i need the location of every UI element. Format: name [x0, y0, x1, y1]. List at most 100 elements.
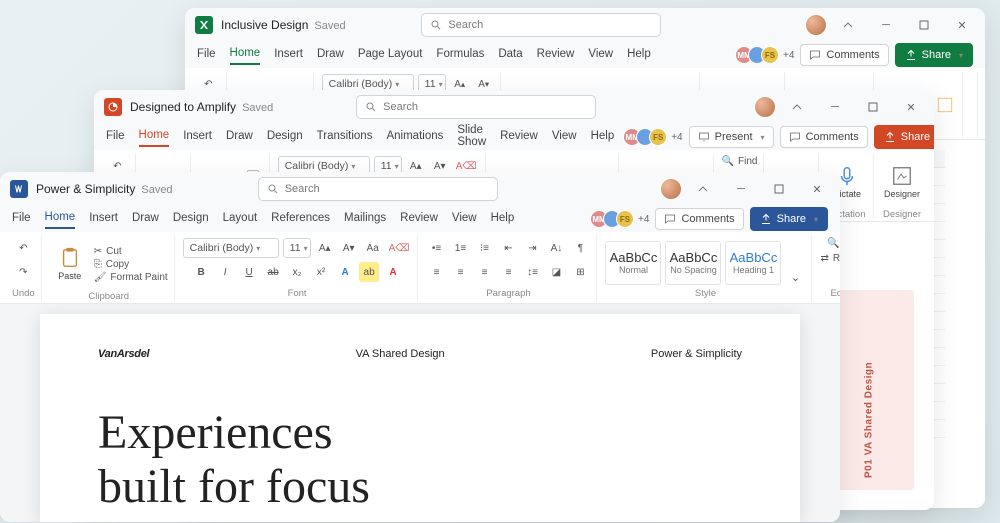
close-button[interactable]: ✕ — [945, 11, 979, 39]
replace-button[interactable]: ⇄ Replace — [820, 253, 840, 264]
text-effects-icon[interactable]: A — [335, 262, 355, 282]
multilevel-icon[interactable]: ⁝≡ — [474, 238, 494, 258]
tab-home[interactable]: Home — [45, 209, 76, 229]
tab-design[interactable]: Design — [267, 128, 303, 146]
change-case-icon[interactable]: Aa — [363, 238, 383, 258]
tab-view[interactable]: View — [588, 46, 613, 64]
share-button[interactable]: Share — [874, 125, 934, 149]
close-button[interactable]: ✕ — [800, 175, 834, 203]
designer-button[interactable]: Designer — [882, 156, 922, 208]
indent-dec-icon[interactable]: ⇤ — [498, 238, 518, 258]
search-input[interactable]: Search — [356, 95, 596, 119]
tab-insert[interactable]: Insert — [89, 210, 118, 228]
present-button[interactable]: Present — [689, 126, 774, 148]
styles-expand-icon[interactable]: ⌄ — [785, 267, 805, 287]
format-cells-icon[interactable] — [934, 95, 956, 115]
tab-file[interactable]: File — [106, 128, 125, 146]
tab-view[interactable]: View — [552, 128, 577, 146]
style-normal[interactable]: AaBbCc Normal — [605, 241, 661, 285]
grow-font-icon[interactable]: A▴ — [315, 238, 335, 258]
minimize-button[interactable]: ─ — [724, 175, 758, 203]
cut-button[interactable]: ✂ Cut — [94, 246, 168, 257]
style-no-spacing[interactable]: AaBbCc No Spacing — [665, 241, 721, 285]
minimize-button[interactable]: ─ — [818, 93, 852, 121]
avatar[interactable] — [754, 96, 776, 118]
tab-review[interactable]: Review — [400, 210, 438, 228]
tab-mailings[interactable]: Mailings — [344, 210, 386, 228]
search-input[interactable]: Search — [258, 177, 498, 201]
bold-icon[interactable]: B — [191, 262, 211, 282]
comments-button[interactable]: Comments — [655, 208, 743, 230]
tab-insert[interactable]: Insert — [274, 46, 303, 64]
copy-button[interactable]: ⎘ Copy — [94, 259, 168, 270]
ribbon-options-icon[interactable] — [686, 175, 720, 203]
strike-icon[interactable]: ab — [263, 262, 283, 282]
italic-icon[interactable]: I — [215, 262, 235, 282]
clear-format-icon[interactable]: A⌫ — [387, 238, 412, 258]
avatar[interactable] — [805, 14, 827, 36]
highlight-icon[interactable]: ab — [359, 262, 379, 282]
underline-icon[interactable]: U — [239, 262, 259, 282]
tab-draw[interactable]: Draw — [317, 46, 344, 64]
tab-transitions[interactable]: Transitions — [317, 128, 373, 146]
tab-insert[interactable]: Insert — [183, 128, 212, 146]
style-heading1[interactable]: AaBbCc Heading 1 — [725, 241, 781, 285]
superscript-icon[interactable]: x² — [311, 262, 331, 282]
line-spacing-icon[interactable]: ↕≡ — [522, 262, 542, 282]
tab-help[interactable]: Help — [627, 46, 651, 64]
shrink-font-icon[interactable]: A▾ — [339, 238, 359, 258]
tab-home[interactable]: Home — [139, 127, 170, 147]
tab-review[interactable]: Review — [537, 46, 575, 64]
tab-data[interactable]: Data — [498, 46, 522, 64]
find-button[interactable]: 🔍 Find — [827, 238, 840, 249]
pilcrow-icon[interactable]: ¶ — [570, 238, 590, 258]
align-center-icon[interactable]: ≡ — [450, 262, 470, 282]
font-selector[interactable]: Calibri (Body) — [183, 238, 279, 258]
avatar[interactable] — [660, 178, 682, 200]
presence-stack[interactable]: MM FS +4 — [628, 128, 682, 146]
maximize-button[interactable] — [907, 11, 941, 39]
share-button[interactable]: Share — [895, 43, 973, 67]
maximize-button[interactable] — [856, 93, 890, 121]
paste-button[interactable]: Paste — [50, 238, 90, 290]
search-input[interactable]: Search — [421, 13, 661, 37]
ribbon-options-icon[interactable] — [831, 11, 865, 39]
comments-button[interactable]: Comments — [780, 126, 868, 148]
borders-icon[interactable]: ⊞ — [570, 262, 590, 282]
close-button[interactable]: ✕ — [894, 93, 928, 121]
tab-animations[interactable]: Animations — [386, 128, 443, 146]
numbering-icon[interactable]: 1≡ — [450, 238, 470, 258]
format-painter-button[interactable]: 🖌 Format Paint — [94, 272, 168, 283]
tab-file[interactable]: File — [12, 210, 31, 228]
undo-icon[interactable]: ↶ — [13, 238, 33, 258]
tab-home[interactable]: Home — [230, 45, 261, 65]
bullets-icon[interactable]: •≡ — [426, 238, 446, 258]
indent-inc-icon[interactable]: ⇥ — [522, 238, 542, 258]
tab-help[interactable]: Help — [591, 128, 615, 146]
tab-view[interactable]: View — [452, 210, 477, 228]
tab-draw[interactable]: Draw — [132, 210, 159, 228]
align-justify-icon[interactable]: ≡ — [498, 262, 518, 282]
tab-file[interactable]: File — [197, 46, 216, 64]
presence-stack[interactable]: MM FS +4 — [595, 210, 649, 228]
redo-icon[interactable]: ↷ — [13, 262, 33, 282]
font-size-selector[interactable]: 11 — [283, 238, 311, 258]
find-button[interactable]: 🔍 Find — [722, 156, 758, 167]
tab-formulas[interactable]: Formulas — [436, 46, 484, 64]
subscript-icon[interactable]: x₂ — [287, 262, 307, 282]
ribbon-options-icon[interactable] — [780, 93, 814, 121]
tab-slideshow[interactable]: Slide Show — [457, 122, 486, 152]
shading-icon[interactable]: ◪ — [546, 262, 566, 282]
document-page[interactable]: VanArsdel VA Shared Design Power & Simpl… — [40, 314, 800, 522]
tab-design[interactable]: Design — [173, 210, 209, 228]
tab-pagelayout[interactable]: Page Layout — [358, 46, 423, 64]
align-left-icon[interactable]: ≡ — [426, 262, 446, 282]
tab-layout[interactable]: Layout — [223, 210, 258, 228]
minimize-button[interactable]: ─ — [869, 11, 903, 39]
align-right-icon[interactable]: ≡ — [474, 262, 494, 282]
share-button[interactable]: Share — [750, 207, 828, 231]
tab-help[interactable]: Help — [491, 210, 515, 228]
font-color-icon[interactable]: A — [383, 262, 403, 282]
presence-stack[interactable]: MM FS +4 — [740, 46, 794, 64]
sort-icon[interactable]: A↓ — [546, 238, 566, 258]
